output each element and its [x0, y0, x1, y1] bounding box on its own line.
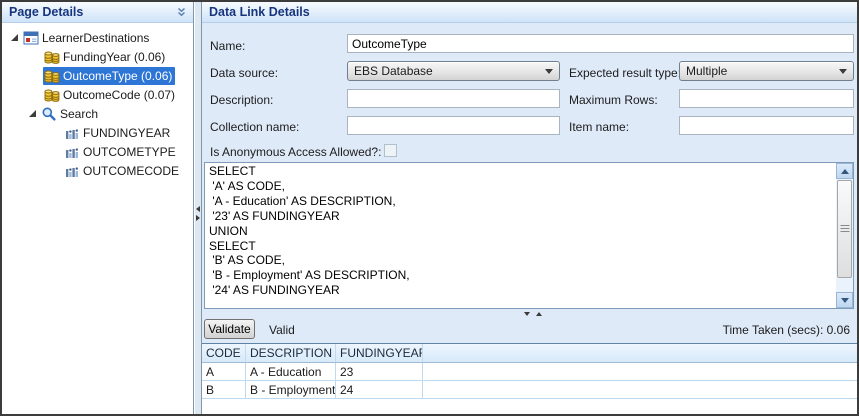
search-icon [41, 106, 57, 122]
data-link-details-panel: Data Link Details Name: Data source: EBS… [201, 2, 857, 414]
column-icon [64, 144, 80, 160]
column-header-description[interactable]: DESCRIPTION [246, 344, 336, 362]
expander-icon[interactable] [28, 109, 37, 118]
description-input[interactable] [347, 89, 560, 108]
anonymous-access-label: Is Anonymous Access Allowed?: [210, 145, 381, 159]
data-source-dropdown[interactable]: EBS Database [347, 61, 560, 81]
data-source-label: Data source: [210, 66, 278, 80]
sql-scrollbar[interactable] [836, 163, 853, 308]
tree-item-label: FundingYear (0.06) [63, 50, 165, 64]
tree-item-column-outcomecode[interactable]: OUTCOMECODE [2, 161, 193, 180]
database-table-icon [44, 68, 60, 84]
tree-item-label: OUTCOMETYPE [83, 145, 176, 159]
validate-button[interactable]: Validate [204, 319, 255, 339]
data-source-value: EBS Database [354, 64, 433, 78]
maximum-rows-input[interactable] [679, 89, 854, 108]
sql-query-editor[interactable]: SELECT 'A' AS CODE, 'A - Education' AS D… [204, 162, 854, 309]
tree-item-label: Search [60, 107, 98, 121]
table-row[interactable]: A A - Education 23 [202, 363, 857, 381]
tree-item-label: LearnerDestinations [42, 31, 149, 45]
time-taken-text: Time Taken (secs): 0.06 [723, 323, 850, 337]
arrow-up-icon [841, 169, 849, 174]
database-table-icon [44, 49, 60, 65]
column-header-code[interactable]: CODE [202, 344, 246, 362]
results-grid-header: CODE DESCRIPTION FUNDINGYEAR [202, 344, 857, 363]
name-label: Name: [210, 39, 245, 53]
expected-result-type-label: Expected result type: [569, 66, 681, 80]
column-icon [64, 163, 80, 179]
expander-icon[interactable] [10, 33, 19, 42]
scroll-down-button[interactable] [836, 292, 853, 308]
anonymous-access-checkbox[interactable] [384, 144, 397, 157]
item-name-input[interactable] [679, 116, 854, 135]
table-row[interactable]: B B - Employment 24 [202, 381, 857, 399]
data-link-details-title: Data Link Details [209, 5, 310, 19]
page-details-panel: Page Details LearnerDestinations [2, 2, 194, 414]
dropdown-arrow-icon [545, 69, 553, 74]
scroll-up-button[interactable] [836, 163, 853, 179]
maximum-rows-label: Maximum Rows: [569, 93, 658, 107]
selected-tree-item: OutcomeType (0.06) [43, 67, 175, 85]
cell-code: A [202, 363, 246, 380]
tree-item-label: OutcomeCode (0.07) [63, 88, 175, 102]
cell-fundingyear: 24 [336, 381, 423, 398]
expected-result-type-value: Multiple [686, 64, 727, 78]
cell-filler [423, 363, 857, 380]
tree-item-label: OutcomeType (0.06) [63, 69, 172, 83]
column-header-fundingyear[interactable]: FUNDINGYEAR [336, 344, 423, 362]
page-details-title: Page Details [9, 5, 83, 19]
database-table-icon [44, 87, 60, 103]
tree-item-outcomecode[interactable]: OutcomeCode (0.07) [2, 85, 193, 104]
column-icon [64, 125, 80, 141]
results-grid: CODE DESCRIPTION FUNDINGYEAR A A - Educa… [202, 343, 857, 414]
scrollbar-thumb[interactable] [837, 180, 852, 278]
cell-fundingyear: 23 [336, 363, 423, 380]
cell-description: A - Education [246, 363, 336, 380]
collection-name-label: Collection name: [210, 120, 299, 134]
validate-bar: Validate Valid Time Taken (secs): 0.06 [202, 318, 857, 341]
cell-code: B [202, 381, 246, 398]
splitter-grip-icon [524, 312, 542, 316]
arrow-down-icon [841, 298, 849, 303]
page-details-header: Page Details [2, 2, 193, 23]
collapse-panel-chevron-icon[interactable] [176, 7, 187, 18]
tree-item-fundingyear[interactable]: FundingYear (0.06) [2, 47, 193, 66]
data-link-details-header: Data Link Details [202, 2, 857, 23]
tree-item-column-fundingyear[interactable]: FUNDINGYEAR [2, 123, 193, 142]
name-input[interactable] [347, 34, 854, 53]
cell-description: B - Employment [246, 381, 336, 398]
scrollbar-grip-icon [840, 225, 849, 233]
item-name-label: Item name: [569, 120, 629, 134]
sql-query-text[interactable]: SELECT 'A' AS CODE, 'A - Education' AS D… [209, 164, 834, 307]
tree-item-label: OUTCOMECODE [83, 164, 179, 178]
splitter-grip-icon [196, 206, 200, 221]
tree-item-learnerdestinations[interactable]: LearnerDestinations [2, 28, 193, 47]
tree-item-search[interactable]: Search [2, 104, 193, 123]
description-label: Description: [210, 93, 273, 107]
dropdown-arrow-icon [839, 69, 847, 74]
tree-item-label: FUNDINGYEAR [83, 126, 170, 140]
column-header-filler [423, 344, 857, 362]
tree-item-column-outcometype[interactable]: OUTCOMETYPE [2, 142, 193, 161]
collection-name-input[interactable] [347, 116, 560, 135]
page-tree: LearnerDestinations FundingYear (0.06) [2, 23, 193, 180]
cell-filler [423, 381, 857, 398]
tree-item-outcometype[interactable]: OutcomeType (0.06) [2, 66, 193, 85]
validation-status: Valid [269, 323, 295, 337]
expected-result-type-dropdown[interactable]: Multiple [679, 61, 854, 81]
page-icon [23, 30, 39, 46]
app-window: Page Details LearnerDestinations [0, 0, 859, 416]
